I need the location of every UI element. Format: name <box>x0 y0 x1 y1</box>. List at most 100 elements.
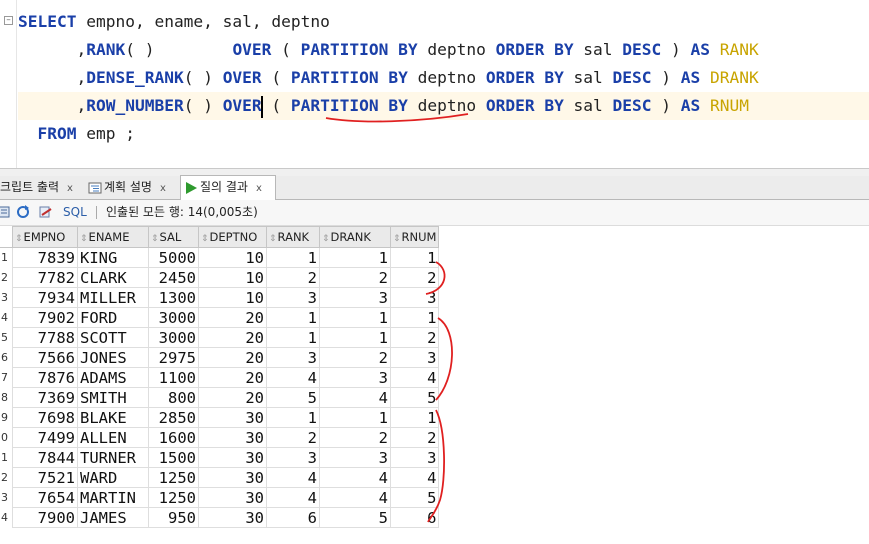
cell-deptno[interactable]: 30 <box>198 447 267 468</box>
cell-drank[interactable]: 1 <box>319 327 391 348</box>
cell-drank[interactable]: 1 <box>319 247 391 268</box>
fold-toggle-icon[interactable]: − <box>4 16 13 25</box>
cell-rank[interactable]: 2 <box>266 267 320 288</box>
sql-editor[interactable]: − SELECT empno, ename, sal, deptno ,RANK… <box>0 0 869 168</box>
cell-ename[interactable]: SCOTT <box>77 327 149 348</box>
table-row[interactable]: 9 7698 BLAKE 2850 30 1 1 1 <box>0 407 440 428</box>
close-icon[interactable]: x <box>256 183 262 194</box>
cell-sal[interactable]: 1250 <box>148 467 199 488</box>
cell-drank[interactable]: 1 <box>319 307 391 328</box>
cell-rnum[interactable]: 5 <box>389 487 440 508</box>
cell-ename[interactable]: JAMES <box>77 507 149 528</box>
cell-rank[interactable]: 3 <box>266 287 320 308</box>
cell-ename[interactable]: KING <box>77 247 149 268</box>
cell-drank[interactable]: 3 <box>319 287 391 308</box>
result-grid[interactable]: ⇕EMPNO ⇕ENAME ⇕SAL ⇕DEPTNO ⇕RANK ⇕DRANK … <box>0 226 440 528</box>
cell-empno[interactable]: 7782 <box>12 267 78 288</box>
column-header-rank[interactable]: ⇕RANK <box>266 226 320 248</box>
cell-deptno[interactable]: 30 <box>198 427 267 448</box>
cell-rnum[interactable]: 1 <box>389 247 440 268</box>
sql-button[interactable]: SQL <box>63 200 87 225</box>
cell-rank[interactable]: 1 <box>266 327 320 348</box>
cell-ename[interactable]: MARTIN <box>77 487 149 508</box>
table-row[interactable]: 8 7369 SMITH 800 20 5 4 5 <box>0 387 440 408</box>
cell-ename[interactable]: ADAMS <box>77 367 149 388</box>
cell-empno[interactable]: 7839 <box>12 247 78 268</box>
cell-drank[interactable]: 1 <box>319 407 391 428</box>
cell-empno[interactable]: 7902 <box>12 307 78 328</box>
cell-rnum[interactable]: 2 <box>389 427 440 448</box>
column-header-sal[interactable]: ⇕SAL <box>148 226 199 248</box>
table-row[interactable]: 3 7654 MARTIN 1250 30 4 4 5 <box>0 487 440 508</box>
close-icon[interactable]: x <box>160 183 166 194</box>
table-row[interactable]: 6 7566 JONES 2975 20 3 2 3 <box>0 347 440 368</box>
cell-sal[interactable]: 1300 <box>148 287 199 308</box>
cell-empno[interactable]: 7499 <box>12 427 78 448</box>
cell-drank[interactable]: 2 <box>319 267 391 288</box>
cell-sal[interactable]: 1600 <box>148 427 199 448</box>
cell-sal[interactable]: 800 <box>148 387 199 408</box>
tab-script-output[interactable]: 크립트 출력 x <box>0 176 84 199</box>
cell-rnum[interactable]: 3 <box>389 287 440 308</box>
cell-sal[interactable]: 3000 <box>148 307 199 328</box>
cell-rank[interactable]: 1 <box>266 247 320 268</box>
refresh-icon[interactable] <box>16 205 30 219</box>
cell-deptno[interactable]: 20 <box>198 327 267 348</box>
sql-line-dense-rank[interactable]: ,DENSE_RANK( ) OVER ( PARTITION BY deptn… <box>18 64 869 92</box>
cell-deptno[interactable]: 20 <box>198 347 267 368</box>
cell-sal[interactable]: 1500 <box>148 447 199 468</box>
column-header-ename[interactable]: ⇕ENAME <box>77 226 149 248</box>
cell-sal[interactable]: 950 <box>148 507 199 528</box>
column-header-rnum[interactable]: ⇕RNUM <box>389 226 440 248</box>
cell-drank[interactable]: 4 <box>319 467 391 488</box>
cell-drank[interactable]: 2 <box>319 427 391 448</box>
cell-rank[interactable]: 1 <box>266 407 320 428</box>
cell-ename[interactable]: WARD <box>77 467 149 488</box>
cell-drank[interactable]: 2 <box>319 347 391 368</box>
cell-rnum[interactable]: 2 <box>389 327 440 348</box>
cell-drank[interactable]: 4 <box>319 487 391 508</box>
cell-empno[interactable]: 7698 <box>12 407 78 428</box>
cell-deptno[interactable]: 10 <box>198 267 267 288</box>
cell-ename[interactable]: BLAKE <box>77 407 149 428</box>
cell-rnum[interactable]: 6 <box>389 507 440 528</box>
table-row[interactable]: 4 7900 JAMES 950 30 6 5 6 <box>0 507 440 528</box>
cell-empno[interactable]: 7900 <box>12 507 78 528</box>
cell-rank[interactable]: 2 <box>266 427 320 448</box>
cell-sal[interactable]: 2850 <box>148 407 199 428</box>
table-row[interactable]: 1 7844 TURNER 1500 30 3 3 3 <box>0 447 440 468</box>
cell-rank[interactable]: 6 <box>266 507 320 528</box>
cell-rnum[interactable]: 1 <box>389 407 440 428</box>
cell-rnum[interactable]: 4 <box>389 467 440 488</box>
cell-sal[interactable]: 2450 <box>148 267 199 288</box>
close-icon[interactable]: x <box>67 183 73 194</box>
table-row[interactable]: 3 7934 MILLER 1300 10 3 3 3 <box>0 287 440 308</box>
cell-drank[interactable]: 3 <box>319 447 391 468</box>
cell-empno[interactable]: 7788 <box>12 327 78 348</box>
table-row[interactable]: 0 7499 ALLEN 1600 30 2 2 2 <box>0 427 440 448</box>
cell-rnum[interactable]: 3 <box>389 447 440 468</box>
cell-rank[interactable]: 5 <box>266 387 320 408</box>
cell-deptno[interactable]: 30 <box>198 507 267 528</box>
sql-line-from[interactable]: FROM emp ; <box>18 120 869 148</box>
cell-deptno[interactable]: 20 <box>198 367 267 388</box>
cell-deptno[interactable]: 10 <box>198 287 267 308</box>
cell-empno[interactable]: 7521 <box>12 467 78 488</box>
pin-icon[interactable] <box>0 205 11 219</box>
cell-empno[interactable]: 7369 <box>12 387 78 408</box>
cell-empno[interactable]: 7654 <box>12 487 78 508</box>
cell-deptno[interactable]: 30 <box>198 467 267 488</box>
cell-rnum[interactable]: 2 <box>389 267 440 288</box>
table-row[interactable]: 2 7521 WARD 1250 30 4 4 4 <box>0 467 440 488</box>
cell-deptno[interactable]: 30 <box>198 487 267 508</box>
cell-rank[interactable]: 3 <box>266 447 320 468</box>
table-row[interactable]: 5 7788 SCOTT 3000 20 1 1 2 <box>0 327 440 348</box>
export-icon[interactable] <box>39 205 53 219</box>
cell-sal[interactable]: 2975 <box>148 347 199 368</box>
table-row[interactable]: 7 7876 ADAMS 1100 20 4 3 4 <box>0 367 440 388</box>
cell-ename[interactable]: MILLER <box>77 287 149 308</box>
tab-explain-plan[interactable]: 계획 설명 x <box>88 176 176 199</box>
sql-line-row-number[interactable]: ,ROW_NUMBER( ) OVER ( PARTITION BY deptn… <box>18 92 869 120</box>
cell-ename[interactable]: TURNER <box>77 447 149 468</box>
cell-rnum[interactable]: 3 <box>389 347 440 368</box>
